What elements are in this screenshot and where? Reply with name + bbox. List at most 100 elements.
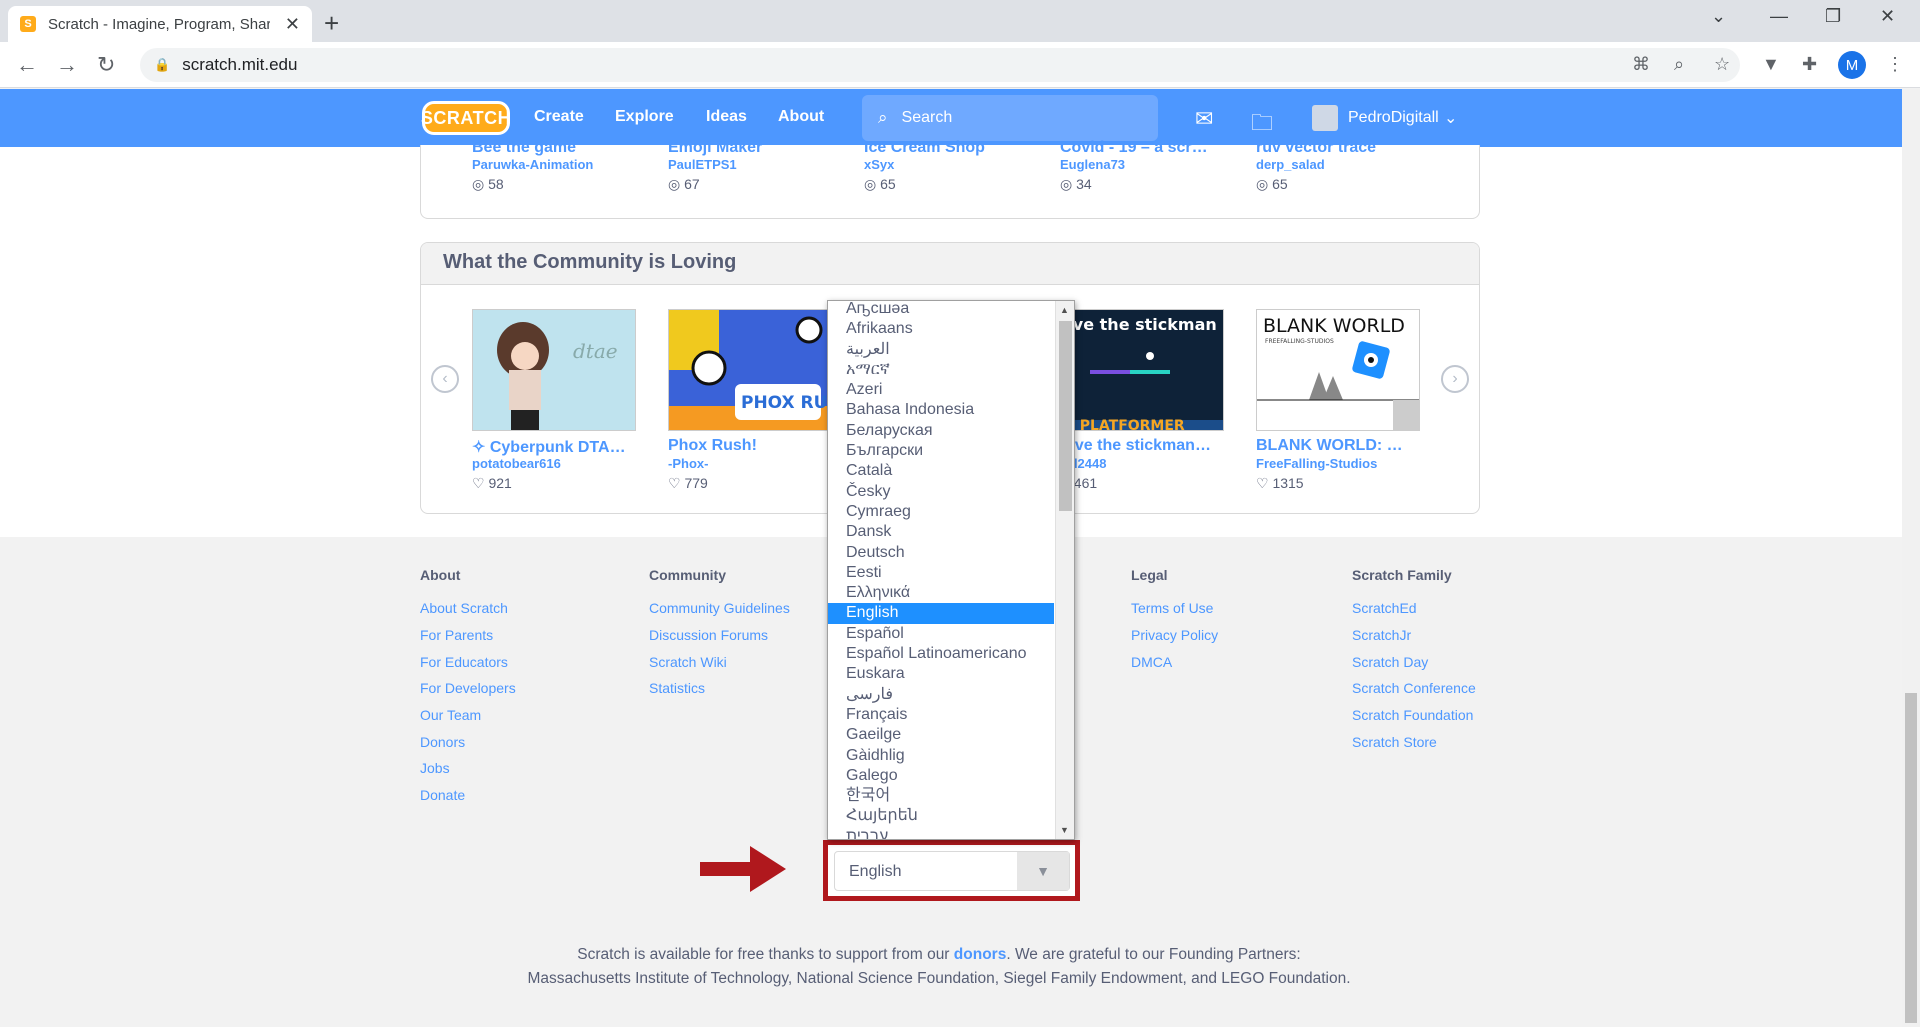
footer-link[interactable]: DMCA [1131, 654, 1172, 670]
menu-kebab-icon[interactable]: ⋮ [1886, 54, 1904, 75]
language-option[interactable]: Français [828, 705, 1054, 725]
nav-explore[interactable]: Explore [615, 108, 674, 126]
page-scrollbar[interactable] [1902, 89, 1920, 1027]
footer-link[interactable]: For Educators [420, 654, 508, 670]
bookmark-star-icon[interactable]: ☆ [1714, 54, 1730, 75]
language-option[interactable]: Аҧсшәа [828, 301, 1054, 319]
project-author[interactable]: xSyx [864, 157, 894, 172]
language-option[interactable]: 한국어 [828, 786, 1054, 806]
project-thumbnail[interactable]: BLANK WORLD FREEFALLING-STUDIOS [1256, 309, 1420, 431]
address-bar[interactable]: 🔒 scratch.mit.edu [140, 48, 1740, 82]
minimize-icon[interactable]: — [1770, 6, 1788, 27]
nav-about[interactable]: About [778, 108, 824, 126]
browser-tab[interactable]: S Scratch - Imagine, Program, Share ✕ [8, 6, 312, 42]
language-option[interactable]: English [828, 603, 1054, 624]
language-option[interactable]: العربية [828, 340, 1054, 360]
language-option[interactable]: Gaeilge [828, 725, 1054, 745]
footer-link[interactable]: Donors [420, 734, 465, 750]
reload-icon[interactable]: ↻ [97, 52, 115, 78]
language-option[interactable]: Galego [828, 766, 1054, 786]
extension-icon[interactable]: ▼ [1762, 54, 1780, 75]
footer-link[interactable]: Our Team [420, 707, 481, 723]
language-option[interactable]: አማርኛ [828, 360, 1054, 380]
footer-link[interactable]: Statistics [649, 680, 705, 696]
project-title[interactable]: Covid - 19 – a scr… [1060, 139, 1208, 157]
project-thumbnail[interactable]: PHOX RUSH! [668, 309, 832, 431]
language-option[interactable]: Eesti [828, 563, 1054, 583]
scroll-up-icon[interactable]: ▲ [1060, 305, 1069, 315]
footer-link[interactable]: For Parents [420, 627, 493, 643]
footer-link[interactable]: Scratch Store [1352, 734, 1437, 750]
nav-ideas[interactable]: Ideas [706, 108, 747, 126]
dropdown-scrollbar[interactable]: ▲ ▼ [1055, 301, 1074, 839]
project-author[interactable]: Paruwka-Animation [472, 157, 593, 172]
footer-link[interactable]: Donate [420, 787, 465, 803]
language-option[interactable]: עִבְרִית [828, 827, 1054, 839]
language-option[interactable]: Català [828, 461, 1054, 481]
donors-link[interactable]: donors [954, 946, 1007, 963]
extensions-puzzle-icon[interactable]: ✚ [1802, 54, 1817, 75]
footer-link[interactable]: For Developers [420, 680, 516, 696]
project-author[interactable]: derp_salad [1256, 157, 1325, 172]
project-author[interactable]: PaulETPS1 [668, 157, 737, 172]
zoom-icon[interactable]: ⌕ [1674, 54, 1684, 75]
language-dropdown-list[interactable]: Аҧсшәа Afrikaans العربية አማርኛ Azeri Bahasa In… [827, 300, 1075, 840]
nav-create[interactable]: Create [534, 108, 584, 126]
carousel-next-icon[interactable]: › [1441, 365, 1469, 393]
language-option[interactable]: Беларуская [828, 421, 1054, 441]
project-author[interactable]: -Phox- [668, 456, 708, 471]
new-tab-icon[interactable]: + [324, 8, 339, 39]
language-option[interactable]: Česky [828, 482, 1054, 502]
language-option[interactable]: فارسی [828, 685, 1054, 705]
messages-icon[interactable]: ✉ [1195, 106, 1213, 132]
carousel-prev-icon[interactable]: ‹ [431, 365, 459, 393]
language-option[interactable]: Ελληνικά [828, 583, 1054, 603]
project-author[interactable]: potatobear616 [472, 456, 561, 471]
avatar[interactable] [1312, 105, 1338, 131]
footer-link[interactable]: Scratch Foundation [1352, 707, 1473, 723]
language-option[interactable]: Dansk [828, 522, 1054, 542]
footer-link[interactable]: ScratchJr [1352, 627, 1411, 643]
project-title[interactable]: Emoji Maker [668, 139, 762, 157]
language-option[interactable]: Español [828, 624, 1054, 644]
project-title[interactable]: ave the stickman… [1066, 437, 1211, 455]
language-select[interactable]: English ▼ [834, 851, 1070, 891]
project-title[interactable]: Phox Rush! [668, 437, 757, 455]
profile-avatar[interactable]: M [1838, 51, 1866, 79]
footer-link[interactable]: ScratchEd [1352, 600, 1417, 616]
restore-icon[interactable]: ❐ [1825, 6, 1841, 27]
forward-icon[interactable]: → [56, 52, 78, 78]
project-thumbnail[interactable]: ave the stickman A PLATFORMER [1060, 309, 1224, 431]
back-icon[interactable]: ← [16, 52, 38, 78]
project-title[interactable]: Ice Cream Shop [864, 139, 985, 157]
chevron-down-icon[interactable]: ⌄ [1444, 108, 1457, 128]
footer-link[interactable]: Scratch Conference [1352, 680, 1476, 696]
language-option[interactable]: Español Latinoamericano [828, 644, 1054, 664]
close-tab-icon[interactable]: ✕ [285, 14, 300, 35]
language-option[interactable]: Bahasa Indonesia [828, 400, 1054, 420]
project-title[interactable]: ruv vector trace [1256, 139, 1376, 157]
language-option[interactable]: Gàidhlig [828, 746, 1054, 766]
footer-link[interactable]: Discussion Forums [649, 627, 768, 643]
close-window-icon[interactable]: ✕ [1880, 6, 1895, 27]
footer-link[interactable]: Terms of Use [1131, 600, 1213, 616]
footer-link[interactable]: About Scratch [420, 600, 508, 616]
tab-search-icon[interactable]: ⌄ [1711, 6, 1726, 27]
language-option[interactable]: Deutsch [828, 543, 1054, 563]
scroll-down-icon[interactable]: ▼ [1060, 825, 1069, 835]
language-option[interactable]: Euskara [828, 664, 1054, 684]
translate-icon[interactable]: ⌘ [1632, 54, 1650, 75]
project-title[interactable]: ✧ Cyberpunk DTA… [472, 437, 626, 457]
project-title[interactable]: BLANK WORLD: … [1256, 437, 1403, 455]
footer-link[interactable]: Scratch Day [1352, 654, 1428, 670]
project-title[interactable]: Bee the game [472, 139, 576, 157]
project-author[interactable]: FreeFalling-Studios [1256, 456, 1377, 471]
footer-link[interactable]: Community Guidelines [649, 600, 790, 616]
footer-link[interactable]: Privacy Policy [1131, 627, 1218, 643]
scratch-logo[interactable]: SCRATCH [421, 101, 511, 135]
page-scroll-thumb[interactable] [1905, 693, 1917, 1023]
language-option[interactable]: Afrikaans [828, 319, 1054, 339]
dropdown-scroll-thumb[interactable] [1059, 321, 1072, 511]
footer-link[interactable]: Scratch Wiki [649, 654, 727, 670]
chevron-down-icon[interactable]: ▼ [1017, 852, 1069, 890]
